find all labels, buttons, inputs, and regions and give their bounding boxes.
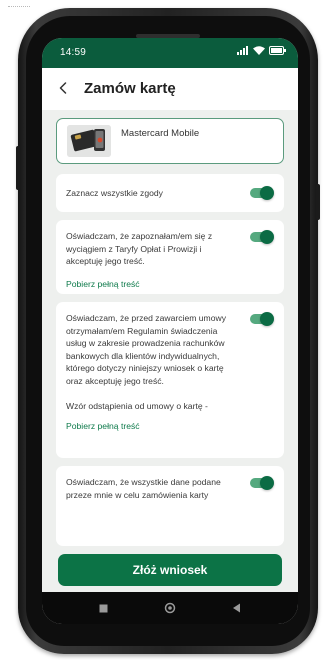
consent-text-block: Oświadczam, że zapoznałam/em się z wycią… <box>66 230 231 290</box>
status-time: 14:59 <box>60 47 87 58</box>
toggle-knob <box>260 476 274 490</box>
toggle-knob <box>260 186 274 200</box>
volume-button <box>16 146 20 190</box>
consent-text: Oświadczam, że zapoznałam/em się z wycią… <box>66 231 213 267</box>
header: Zamów kartę <box>42 68 298 110</box>
status-icons <box>237 46 286 55</box>
status-bar: 14:59 <box>42 38 298 68</box>
back-triangle-icon <box>233 603 241 613</box>
chevron-left-icon <box>59 82 67 94</box>
signal-icon <box>237 46 249 55</box>
recent-apps-button[interactable] <box>93 598 113 618</box>
consent-data: Oświadczam, że wszystkie dane podane prz… <box>56 466 284 546</box>
page-title: Zamów kartę <box>84 80 176 97</box>
back-button[interactable] <box>52 76 74 100</box>
toggle-knob <box>260 312 274 326</box>
consent-data-toggle[interactable] <box>250 476 274 490</box>
consent-text-block: Oświadczam, że przed zawarciem umowy otr… <box>66 312 231 433</box>
consent-tariff: Oświadczam, że zapoznałam/em się z wycią… <box>56 220 284 294</box>
selected-card[interactable]: Mastercard Mobile <box>56 118 284 164</box>
toggle-knob <box>260 230 274 244</box>
phone-screen: 14:59 Zamów kartę Mastercard Mobile Zazn… <box>42 38 298 624</box>
consent-text: Oświadczam, że wszystkie dane podane prz… <box>66 477 221 500</box>
download-full-text-link[interactable]: Pobierz pełną treść <box>66 279 140 289</box>
consent-all: Zaznacz wszystkie zgody <box>56 174 284 212</box>
corner-mark <box>8 6 30 10</box>
android-nav-bar <box>42 592 298 624</box>
power-button <box>316 184 320 220</box>
recent-apps-icon <box>99 604 108 612</box>
wifi-icon <box>253 46 265 55</box>
battery-icon <box>269 46 286 55</box>
home-icon <box>164 602 176 614</box>
card-thumbnail <box>67 125 111 157</box>
consent-regulations: Oświadczam, że przed zawarciem umowy otr… <box>56 302 284 458</box>
consent-tariff-toggle[interactable] <box>250 230 274 244</box>
home-button[interactable] <box>160 598 180 618</box>
card-name: Mastercard Mobile <box>121 128 200 139</box>
consent-text: Oświadczam, że przed zawarciem umowy otr… <box>66 313 226 386</box>
consent-all-toggle[interactable] <box>250 186 274 200</box>
back-nav-button[interactable] <box>227 598 247 618</box>
consent-regulations-toggle[interactable] <box>250 312 274 326</box>
withdrawal-text: Wzór odstąpienia od umowy o kartę - <box>66 400 208 411</box>
content-area: Mastercard Mobile Zaznacz wszystkie zgod… <box>42 110 298 624</box>
download-full-text-link[interactable]: Pobierz pełną treść <box>66 421 140 431</box>
consent-text: Zaznacz wszystkie zgody <box>66 188 163 198</box>
submit-application-button[interactable]: Złóż wniosek <box>58 554 282 586</box>
